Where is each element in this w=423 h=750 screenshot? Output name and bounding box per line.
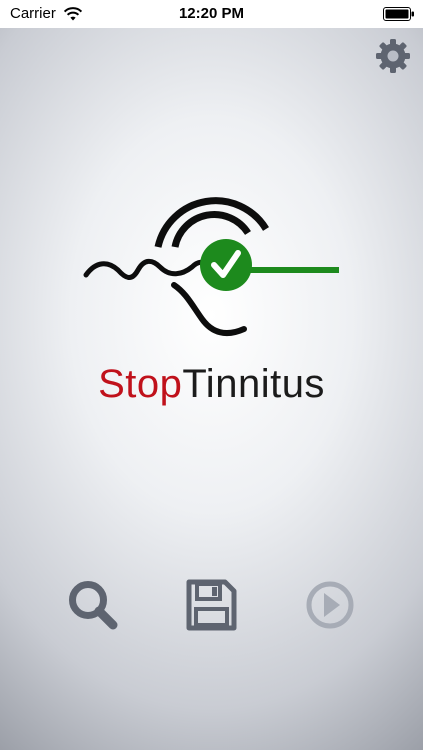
save-icon[interactable]: [184, 578, 238, 632]
play-icon: [306, 581, 354, 629]
clock: 12:20 PM: [178, 5, 245, 22]
brand-stop: Stop: [98, 362, 183, 406]
brand-name: StopTinnitus: [0, 362, 423, 407]
brand-tinnitus: Tinnitus: [182, 362, 325, 406]
status-bar: Carrier 12:20 PM: [0, 0, 423, 28]
search-icon[interactable]: [66, 578, 120, 632]
ear-wave: [83, 258, 211, 280]
battery-full-icon: [383, 7, 414, 21]
gear-icon[interactable]: [375, 38, 411, 74]
check-circle-icon: [200, 239, 252, 291]
app-logo: [83, 197, 339, 337]
ear-lobe: [171, 282, 247, 337]
sound-arcs: [154, 197, 269, 248]
